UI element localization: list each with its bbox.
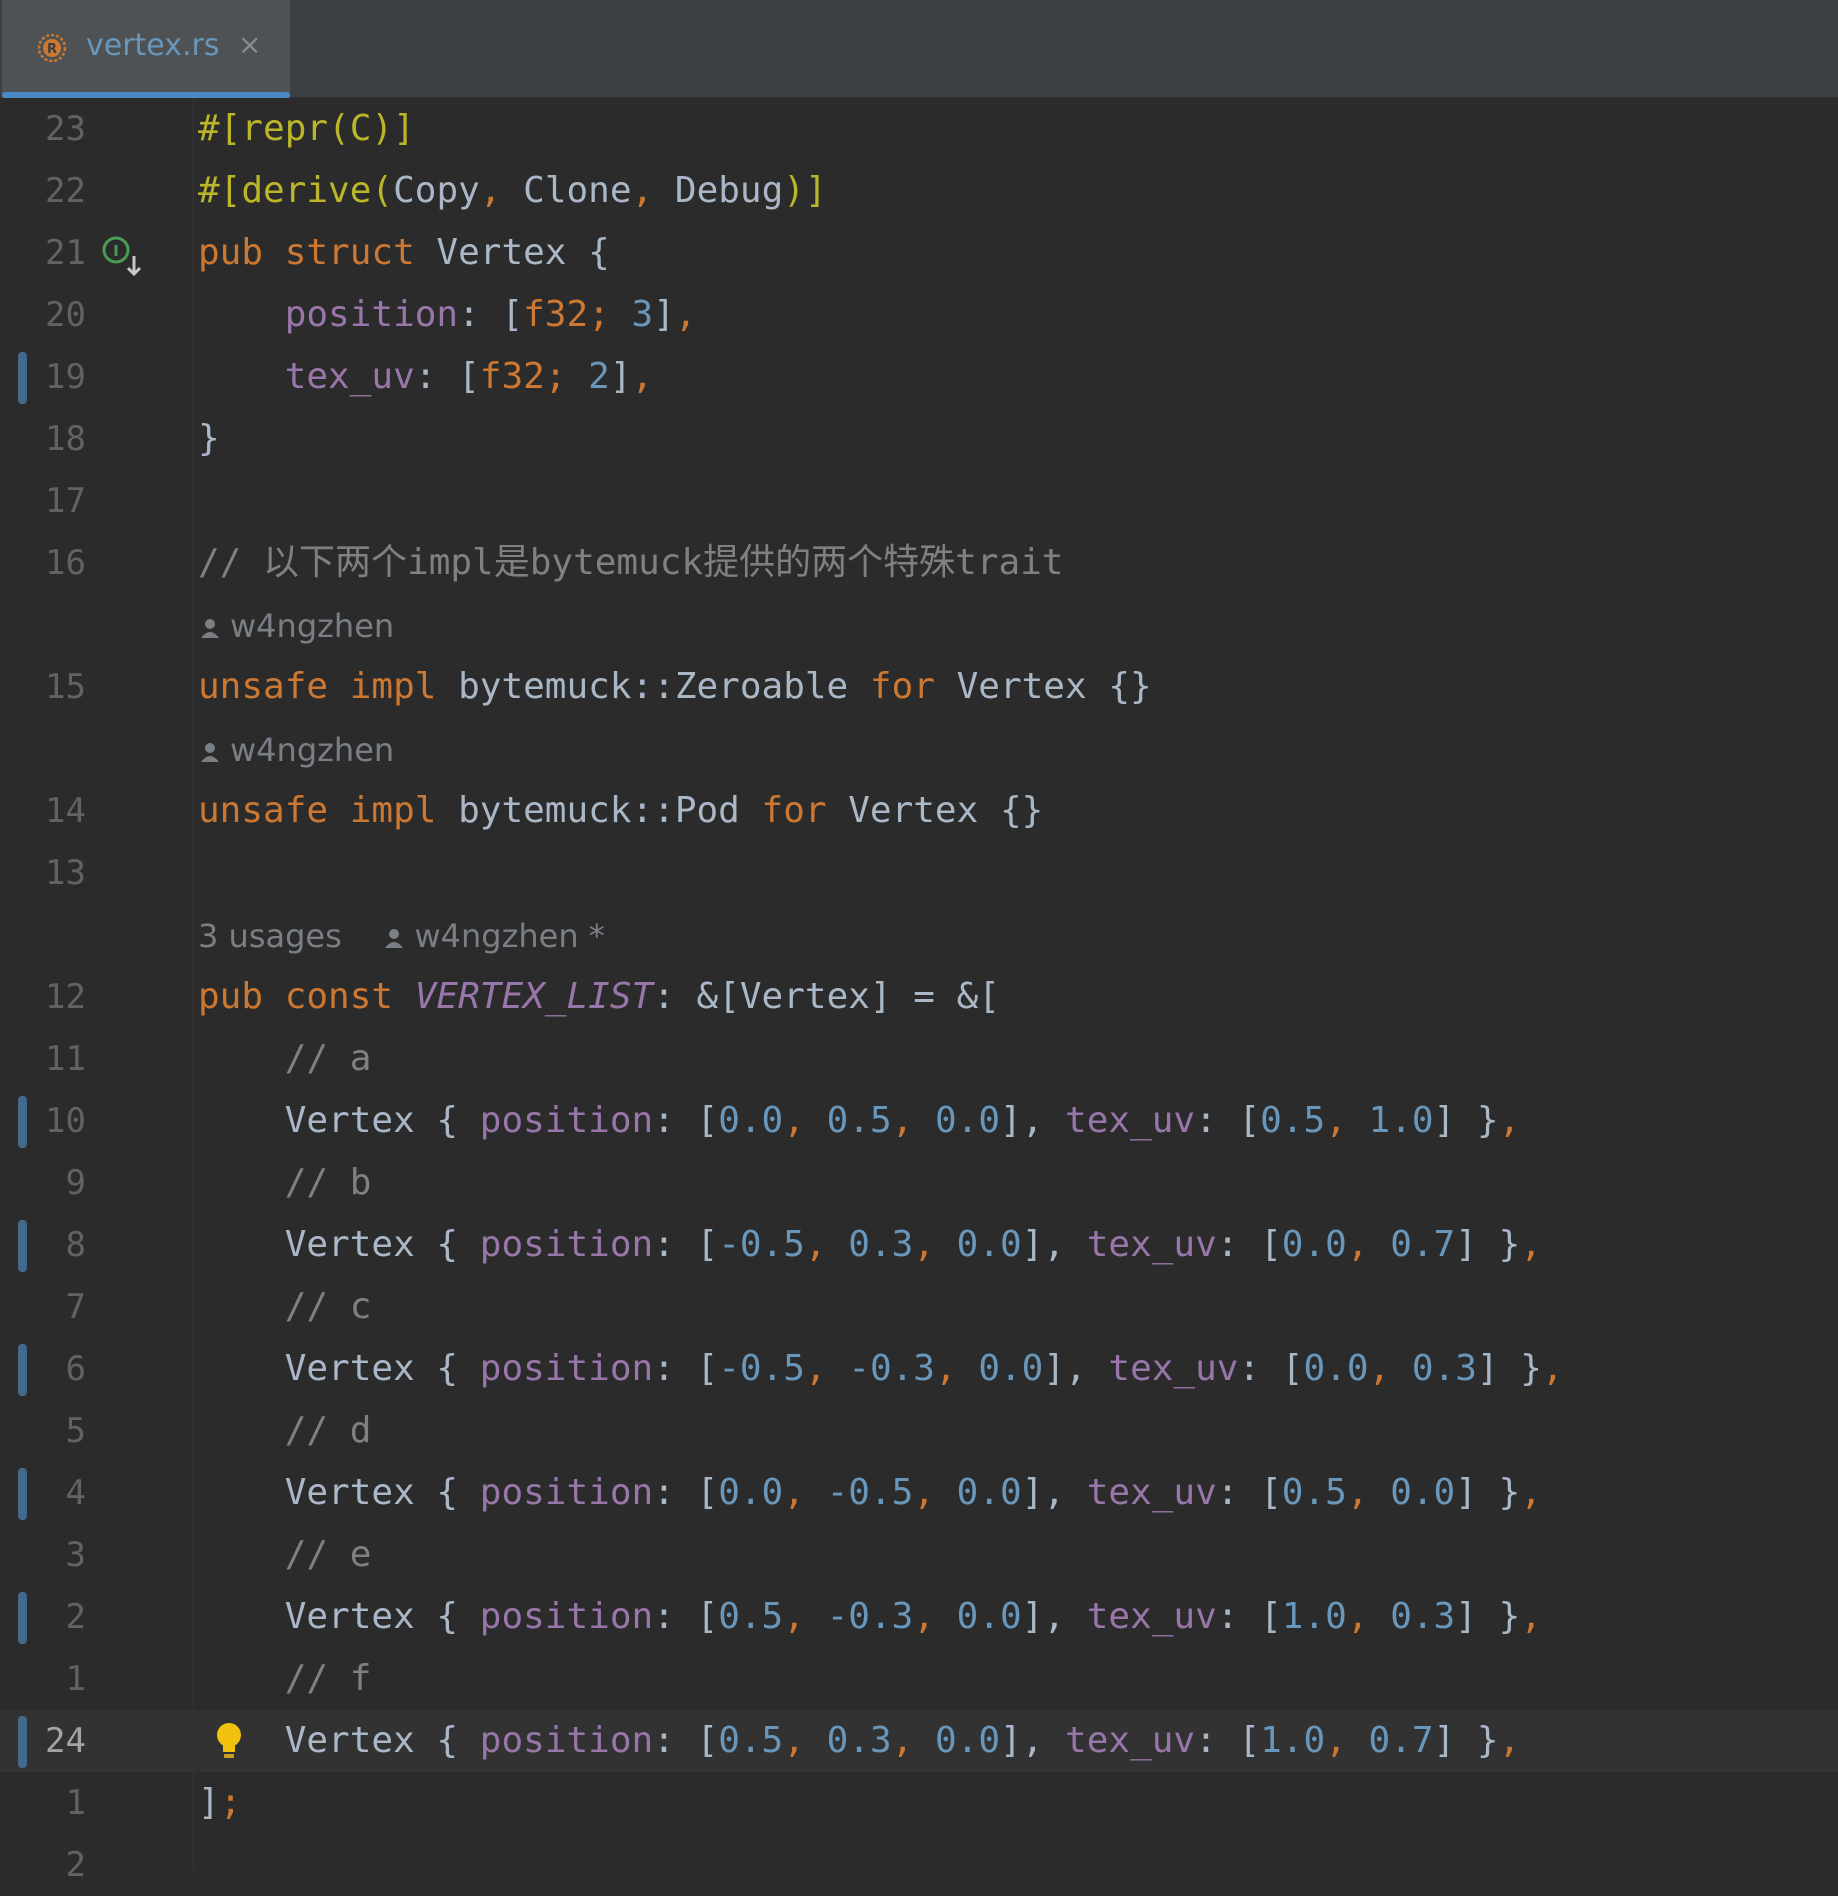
line-number: 6 xyxy=(65,1349,86,1389)
author-inlay-hint[interactable]: w4ngzhen xyxy=(198,732,394,768)
code-text: Vertex { position: [-0.5, 0.3, 0.0], tex… xyxy=(284,1224,1542,1265)
code-line: 23 #[repr(C)] xyxy=(0,98,1838,160)
code-line: 15 unsafe impl bytemuck::Zeroable for Ve… xyxy=(0,656,1838,718)
inlay-hint-line: 3 usages w4ngzhen * xyxy=(0,904,1838,966)
code-line: 21 I pub struct Vertex { xyxy=(0,222,1838,284)
code-text: Vertex { position: [0.0, -0.5, 0.0], tex… xyxy=(284,1472,1542,1513)
line-number: 16 xyxy=(45,543,86,583)
code-text: } xyxy=(198,418,220,459)
line-number: 1 xyxy=(65,1659,86,1699)
code-line: 18 } xyxy=(0,408,1838,470)
line-number: 24 xyxy=(45,1721,86,1761)
line-number: 21 xyxy=(45,233,86,273)
code-line: 16 // 以下两个impl是bytemuck提供的两个特殊trait xyxy=(0,532,1838,594)
code-line: 1 ]; xyxy=(0,1772,1838,1834)
line-number: 17 xyxy=(45,481,86,521)
line-number: 13 xyxy=(45,853,86,893)
line-number: 15 xyxy=(45,667,86,707)
code-line: 11 // a xyxy=(0,1028,1838,1090)
line-number: 23 xyxy=(45,109,86,149)
code-text: #[derive(Copy, Clone, Debug)] xyxy=(198,170,827,211)
code-text: unsafe impl bytemuck::Zeroable for Verte… xyxy=(198,666,1152,707)
editor-tab-bar: R vertex.rs × xyxy=(0,0,1838,98)
code-line: 5 // d xyxy=(0,1400,1838,1462)
implementations-icon[interactable]: I xyxy=(100,234,146,280)
line-number: 20 xyxy=(45,295,86,335)
code-text: unsafe impl bytemuck::Pod for Vertex {} xyxy=(198,790,1044,831)
code-text: pub const VERTEX_LIST: &[Vertex] = &[ xyxy=(198,976,1000,1017)
code-text: ]; xyxy=(198,1782,242,1823)
person-icon xyxy=(201,619,219,638)
code-line: 2 xyxy=(0,1834,1838,1896)
line-number: 12 xyxy=(45,977,86,1017)
person-icon xyxy=(201,743,219,762)
line-number: 9 xyxy=(65,1163,86,1203)
code-text: tex_uv: [f32; 2], xyxy=(284,356,654,397)
line-number: 3 xyxy=(65,1535,86,1575)
line-number: 4 xyxy=(65,1473,86,1513)
line-number: 2 xyxy=(65,1845,86,1885)
code-text: Vertex { position: [0.5, -0.3, 0.0], tex… xyxy=(284,1596,1542,1637)
code-line: 10 Vertex { position: [0.0, 0.5, 0.0], t… xyxy=(0,1090,1838,1152)
code-line: 6 Vertex { position: [-0.5, -0.3, 0.0], … xyxy=(0,1338,1838,1400)
code-text: position: [f32; 3], xyxy=(284,294,697,335)
code-line: 8 Vertex { position: [-0.5, 0.3, 0.0], t… xyxy=(0,1214,1838,1276)
line-number: 14 xyxy=(45,791,86,831)
rust-file-icon: R xyxy=(37,33,67,63)
line-number: 2 xyxy=(65,1597,86,1637)
code-comment: // e xyxy=(198,1534,372,1575)
code-line: 7 // c xyxy=(0,1276,1838,1338)
line-number: 5 xyxy=(65,1411,86,1451)
code-comment: // a xyxy=(198,1038,372,1079)
code-comment: // b xyxy=(198,1162,372,1203)
code-text: Vertex { position: [0.0, 0.5, 0.0], tex_… xyxy=(284,1100,1521,1141)
line-number: 7 xyxy=(65,1287,86,1327)
code-text: Vertex { position: [0.5, 0.3, 0.0], tex_… xyxy=(284,1720,1521,1761)
line-number: 1 xyxy=(65,1783,86,1823)
code-comment: // 以下两个impl是bytemuck提供的两个特殊trait xyxy=(198,542,1064,583)
code-line: 22 #[derive(Copy, Clone, Debug)] xyxy=(0,160,1838,222)
code-comment: // c xyxy=(198,1286,372,1327)
code-text: Vertex { position: [-0.5, -0.3, 0.0], te… xyxy=(284,1348,1564,1389)
code-line: 20 position: [f32; 3], xyxy=(0,284,1838,346)
code-line: 9 // b xyxy=(0,1152,1838,1214)
line-number: 19 xyxy=(45,357,86,397)
line-number: 10 xyxy=(45,1101,86,1141)
usages-count[interactable]: 3 usages xyxy=(198,917,342,955)
code-line: 13 xyxy=(0,842,1838,904)
code-line: 12 pub const VERTEX_LIST: &[Vertex] = &[ xyxy=(0,966,1838,1028)
line-number: 18 xyxy=(45,419,86,459)
close-icon[interactable]: × xyxy=(238,28,261,61)
author-inlay-hint[interactable]: w4ngzhen * xyxy=(414,917,604,955)
code-text: #[repr(C)] xyxy=(198,108,415,149)
svg-text:I: I xyxy=(113,242,119,260)
code-line: 14 unsafe impl bytemuck::Pod for Vertex … xyxy=(0,780,1838,842)
code-comment: // d xyxy=(198,1410,372,1451)
line-number: 22 xyxy=(45,171,86,211)
code-comment: // f xyxy=(198,1658,372,1699)
code-line: 17 xyxy=(0,470,1838,532)
line-number: 11 xyxy=(45,1039,86,1079)
line-number: 8 xyxy=(65,1225,86,1265)
tab-vertex-rs[interactable]: R vertex.rs × xyxy=(2,0,290,98)
current-code-line: 24 Vertex { position: [0.5, 0.3, 0.0], t… xyxy=(0,1710,1838,1772)
code-editor[interactable]: 23 #[repr(C)] 22 #[derive(Copy, Clone, D… xyxy=(0,98,1838,1885)
code-line: 4 Vertex { position: [0.0, -0.5, 0.0], t… xyxy=(0,1462,1838,1524)
svg-text:R: R xyxy=(47,42,57,57)
code-text: pub struct Vertex { xyxy=(198,232,610,273)
inlay-hint-line: w4ngzhen xyxy=(0,594,1838,656)
tab-label: vertex.rs xyxy=(86,28,220,63)
person-icon xyxy=(385,929,404,948)
code-line: 2 Vertex { position: [0.5, -0.3, 0.0], t… xyxy=(0,1586,1838,1648)
author-inlay-hint[interactable]: w4ngzhen xyxy=(198,608,394,644)
code-line: 19 tex_uv: [f32; 2], xyxy=(0,346,1838,408)
code-line: 1 // f xyxy=(0,1648,1838,1710)
inlay-hint-line: w4ngzhen xyxy=(0,718,1838,780)
code-line: 3 // e xyxy=(0,1524,1838,1586)
usages-inlay-hint[interactable]: 3 usages w4ngzhen * xyxy=(198,918,605,954)
